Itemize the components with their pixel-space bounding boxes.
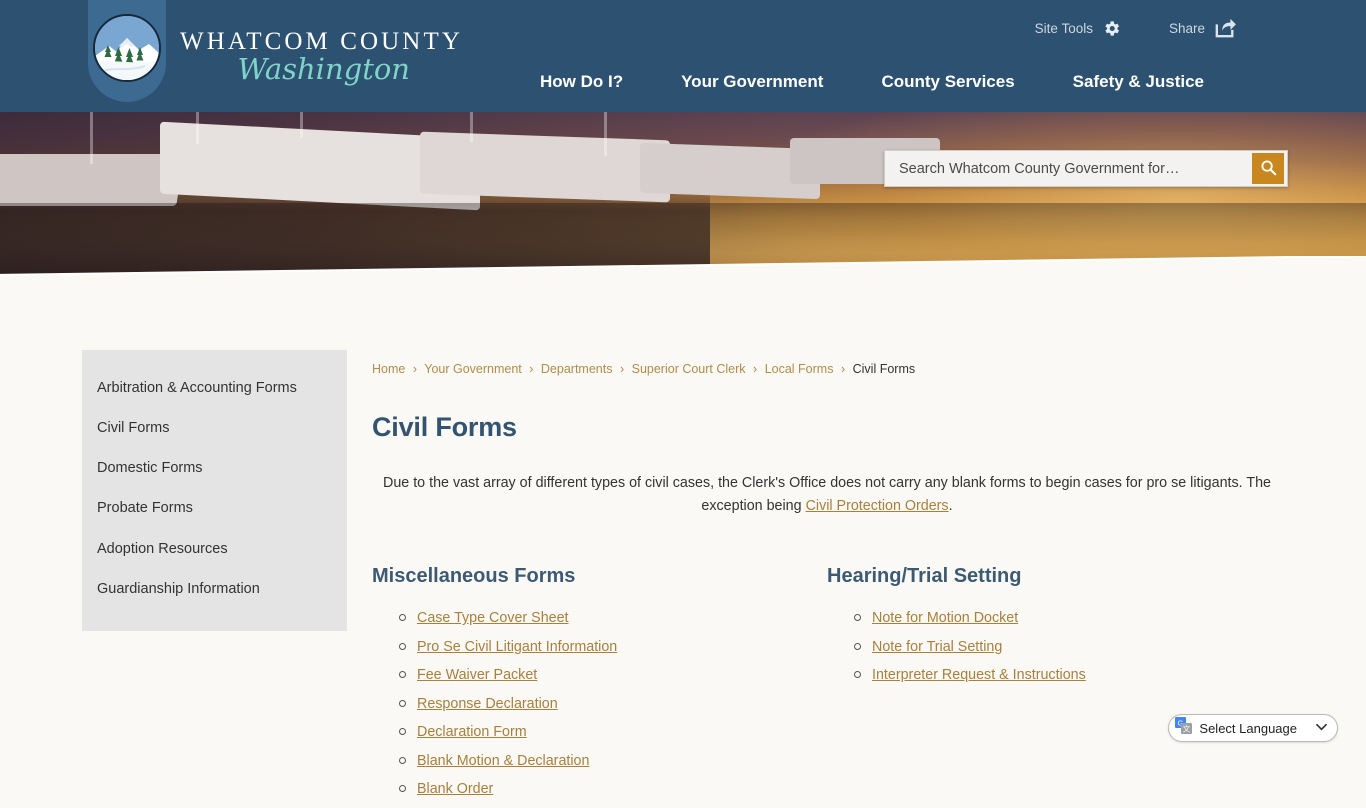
- nav-item-safety-justice[interactable]: Safety & Justice: [1073, 72, 1204, 92]
- google-translate-icon: G 文: [1175, 717, 1193, 739]
- search-icon: [1260, 159, 1277, 179]
- forms-columns: Miscellaneous Forms Case Type Cover Shee…: [372, 565, 1282, 808]
- form-link-interpreter-request-instructions[interactable]: Interpreter Request & Instructions: [872, 667, 1086, 683]
- breadcrumb-separator: ›: [412, 362, 417, 376]
- breadcrumb-item-superior-court-clerk[interactable]: Superior Court Clerk: [632, 362, 746, 376]
- share-label: Share: [1168, 20, 1205, 36]
- language-selector[interactable]: G 文 Select Language: [1168, 714, 1338, 742]
- hearing-trial-setting-list: Note for Motion Docket Note for Trial Se…: [827, 608, 1282, 685]
- share-button[interactable]: Share: [1169, 18, 1236, 38]
- form-link-note-for-trial-setting[interactable]: Note for Trial Setting: [872, 639, 1002, 655]
- sidebar-item-adoption-resources[interactable]: Adoption Resources: [82, 529, 347, 569]
- form-link-blank-motion-declaration[interactable]: Blank Motion & Declaration: [417, 753, 589, 769]
- sidebar-item-guardianship-information[interactable]: Guardianship Information: [82, 569, 347, 609]
- site-tools-label: Site Tools: [1034, 20, 1093, 36]
- form-link-fee-waiver-packet[interactable]: Fee Waiver Packet: [417, 667, 537, 683]
- site-tools-button[interactable]: Site Tools: [1035, 19, 1121, 38]
- gear-icon: [1102, 19, 1121, 38]
- intro-text-after: .: [948, 498, 953, 515]
- list-item: Declaration Form: [372, 722, 827, 742]
- intro-paragraph: Due to the vast array of different types…: [372, 472, 1282, 518]
- language-selector-label: Select Language: [1199, 720, 1297, 736]
- form-link-declaration-form[interactable]: Declaration Form: [417, 724, 527, 740]
- list-item: Pro Se Civil Litigant Information: [372, 637, 827, 657]
- sidebar-item-civil-forms[interactable]: Civil Forms: [82, 408, 347, 448]
- civil-protection-orders-link[interactable]: Civil Protection Orders: [806, 498, 949, 514]
- list-item: Blank Order: [372, 779, 827, 799]
- nav-item-your-government[interactable]: Your Government: [681, 72, 823, 92]
- list-item: Interpreter Request & Instructions: [827, 665, 1282, 685]
- breadcrumb-separator: ›: [840, 362, 846, 376]
- nav-item-how-do-i[interactable]: How Do I?: [540, 72, 623, 92]
- sidebar-item-domestic-forms[interactable]: Domestic Forms: [82, 448, 347, 488]
- sidebar-item-probate-forms[interactable]: Probate Forms: [82, 488, 347, 528]
- main-column: Home › Your Government › Departments › S…: [372, 302, 1282, 808]
- column-title-miscellaneous-forms: Miscellaneous Forms: [372, 565, 576, 588]
- breadcrumb-separator: ›: [529, 362, 534, 376]
- form-link-case-type-cover-sheet[interactable]: Case Type Cover Sheet: [417, 610, 569, 626]
- list-item: Case Type Cover Sheet: [372, 608, 827, 628]
- whatcom-county-mountain-seal-icon[interactable]: [93, 14, 161, 82]
- list-item: Response Declaration: [372, 694, 827, 714]
- breadcrumb-item-home[interactable]: Home: [372, 362, 405, 376]
- form-link-response-declaration[interactable]: Response Declaration: [417, 696, 558, 712]
- breadcrumb-separator: ›: [619, 362, 625, 376]
- list-item: Note for Trial Setting: [827, 637, 1282, 657]
- form-link-blank-order[interactable]: Blank Order: [417, 781, 493, 797]
- list-item: Fee Waiver Packet: [372, 665, 827, 685]
- hero-banner: [0, 112, 1366, 302]
- breadcrumb-item-local-forms[interactable]: Local Forms: [765, 362, 834, 376]
- page-title: Civil Forms: [372, 412, 517, 442]
- breadcrumb-item-your-government[interactable]: Your Government: [424, 362, 522, 376]
- search-submit-button[interactable]: [1252, 153, 1284, 184]
- search-input[interactable]: [885, 151, 1252, 186]
- site-brand[interactable]: WHATCOM COUNTY Washington: [180, 28, 480, 94]
- svg-text:文: 文: [1183, 723, 1191, 733]
- search-bar: [884, 150, 1288, 187]
- form-link-note-for-motion-docket[interactable]: Note for Motion Docket: [872, 610, 1018, 626]
- sidebar-navigation: Arbitration & Accounting Forms Civil For…: [82, 350, 347, 631]
- breadcrumb-separator: ›: [753, 362, 758, 376]
- column-miscellaneous-forms: Miscellaneous Forms Case Type Cover Shee…: [372, 565, 827, 808]
- brand-line-secondary: Washington: [237, 52, 410, 86]
- utility-bar: Site Tools Share: [1035, 18, 1236, 38]
- column-title-hearing-trial-setting: Hearing/Trial Setting: [827, 565, 1022, 588]
- miscellaneous-forms-list: Case Type Cover Sheet Pro Se Civil Litig…: [372, 608, 827, 799]
- breadcrumb-item-departments[interactable]: Departments: [541, 362, 613, 376]
- nav-item-county-services[interactable]: County Services: [881, 72, 1014, 92]
- column-hearing-trial-setting: Hearing/Trial Setting Note for Motion Do…: [827, 565, 1282, 808]
- breadcrumb: Home › Your Government › Departments › S…: [372, 302, 1282, 377]
- breadcrumb-item-civil-forms: Civil Forms: [852, 362, 916, 376]
- list-item: Note for Motion Docket: [827, 608, 1282, 628]
- share-icon: [1214, 18, 1236, 38]
- main-navigation: How Do I? Your Government County Service…: [540, 72, 1204, 92]
- site-header: WHATCOM COUNTY Washington Site Tools Sha…: [0, 0, 1366, 112]
- sidebar-item-arbitration-accounting-forms[interactable]: Arbitration & Accounting Forms: [82, 368, 347, 408]
- chevron-down-icon: [1316, 722, 1327, 734]
- form-link-pro-se-civil-litigant-information[interactable]: Pro Se Civil Litigant Information: [417, 639, 617, 655]
